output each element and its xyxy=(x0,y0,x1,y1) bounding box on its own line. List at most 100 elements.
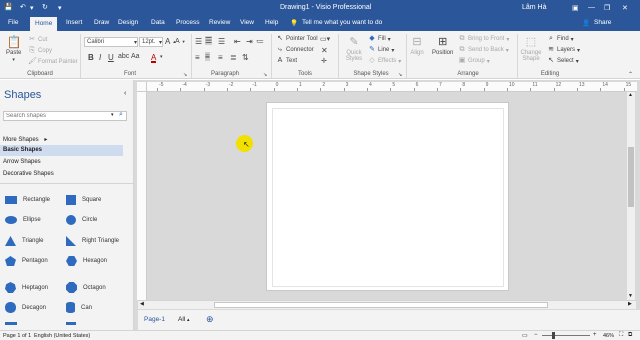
decrease-indent-icon[interactable]: ⇤ xyxy=(234,37,241,46)
switch-windows-icon[interactable]: ⧉ xyxy=(628,332,632,339)
effects-button[interactable]: ◇ Effects ▾ xyxy=(368,57,401,65)
collapse-ribbon-icon[interactable]: ⌃ xyxy=(628,71,633,78)
horizontal-scrollbar[interactable]: ◀ ▶ xyxy=(138,300,636,309)
tab-review[interactable]: Review xyxy=(209,19,230,26)
change-shape-button[interactable]: ⬚ Change Shape xyxy=(520,35,542,62)
save-icon[interactable]: 💾 xyxy=(4,3,13,11)
search-input[interactable] xyxy=(4,112,108,120)
tab-help[interactable]: Help xyxy=(265,19,278,26)
shape-can[interactable]: Can xyxy=(66,302,92,313)
bring-to-front-button[interactable]: ⧉ Bring to Front ▾ xyxy=(458,35,510,43)
paste-button[interactable]: 📋 Paste ▾ xyxy=(6,35,22,63)
customize-toolbar-icon[interactable]: ▾ xyxy=(58,4,62,12)
close-icon[interactable]: ✕ xyxy=(321,46,328,55)
align-middle-icon[interactable]: ☰ xyxy=(205,36,213,45)
align-button[interactable]: ⊟ Align xyxy=(410,35,424,56)
italic-icon[interactable]: I xyxy=(99,53,101,62)
all-pages-button[interactable]: All ▴ xyxy=(178,316,190,323)
font-color-icon[interactable]: A xyxy=(151,53,157,63)
scroll-left-icon[interactable]: ◀ xyxy=(140,301,144,307)
vertical-scrollbar[interactable]: ▲ ▼ xyxy=(627,92,635,300)
stencil-arrow-shapes[interactable]: Arrow Shapes xyxy=(3,159,41,165)
search-icon[interactable]: ⌕ xyxy=(119,111,123,119)
restore-icon[interactable]: ❐ xyxy=(604,4,610,12)
quick-styles-button[interactable]: ✎ Quick Styles xyxy=(343,35,365,62)
tab-process[interactable]: Process xyxy=(176,19,199,26)
tab-page-1[interactable]: Page-1 xyxy=(144,316,165,323)
tab-data[interactable]: Data xyxy=(151,19,165,26)
bold-icon[interactable]: B xyxy=(88,53,94,62)
shape-octagon[interactable]: Octagon xyxy=(66,282,106,293)
increase-indent-icon[interactable]: ⇥ xyxy=(246,37,253,46)
shape-hexagon[interactable]: Hexagon xyxy=(66,256,107,266)
more-shapes[interactable]: More Shapes ▸ xyxy=(3,136,47,143)
undo-dropdown-icon[interactable]: ▾ xyxy=(30,4,34,12)
stencil-basic-shapes[interactable]: Basic Shapes xyxy=(0,145,123,156)
tell-me-box[interactable]: Tell me what you want to do xyxy=(302,19,382,26)
connection-point-icon[interactable]: ✛ xyxy=(321,57,327,65)
dialog-launcher-icon[interactable]: ↘ xyxy=(183,72,187,78)
partial-shape-icon[interactable] xyxy=(66,322,76,325)
shape-heptagon[interactable]: Heptagon xyxy=(5,282,48,293)
tab-view[interactable]: View xyxy=(240,19,254,26)
text-direction-icon[interactable]: ⇅ xyxy=(242,53,249,62)
zoom-in-icon[interactable]: + xyxy=(593,332,597,338)
font-color-dropdown-icon[interactable]: ▾ xyxy=(160,54,163,60)
shape-triangle[interactable]: Triangle xyxy=(5,236,43,246)
share-button[interactable]: Share xyxy=(594,19,611,26)
underline-icon[interactable]: U xyxy=(108,53,114,62)
shape-ellipse[interactable]: Ellipse xyxy=(5,216,41,224)
shape-right-triangle[interactable]: Right Triangle xyxy=(66,236,119,246)
position-button[interactable]: ⊞ Position xyxy=(432,35,453,56)
align-right-icon[interactable]: ≡ xyxy=(218,53,223,62)
add-page-icon[interactable]: ⊕ xyxy=(206,314,214,325)
shape-pentagon[interactable]: Pentagon xyxy=(5,256,48,266)
language-indicator[interactable]: English (United States) xyxy=(34,333,90,339)
shape-decagon[interactable]: Decagon xyxy=(5,302,46,313)
shrink-font-icon[interactable]: A ▼ xyxy=(175,38,186,45)
align-center-icon[interactable]: ≡ xyxy=(205,52,210,61)
font-family-select[interactable]: Calibri ▾ xyxy=(84,37,138,47)
shape-rectangle[interactable]: Rectangle xyxy=(5,196,50,204)
font-effects-icon[interactable]: abc xyxy=(118,53,129,60)
close-icon[interactable]: ✕ xyxy=(622,4,628,12)
search-dropdown-icon[interactable]: ▾ xyxy=(111,112,114,118)
zoom-level[interactable]: 46% xyxy=(603,333,614,339)
copy-button[interactable]: ⎘ Copy xyxy=(28,47,52,55)
cut-button[interactable]: ✂ Cut xyxy=(28,36,47,44)
change-case-icon[interactable]: Aa xyxy=(131,53,140,60)
tab-design[interactable]: Design xyxy=(118,19,138,26)
fill-button[interactable]: ◆ Fill ▾ xyxy=(368,35,390,43)
tab-file[interactable]: File xyxy=(8,19,18,26)
justify-icon[interactable]: ≣ xyxy=(230,53,237,62)
scroll-down-icon[interactable]: ▼ xyxy=(628,293,633,299)
bullets-icon[interactable]: ≔ xyxy=(256,37,264,46)
tab-insert[interactable]: Insert xyxy=(66,19,82,26)
zoom-slider-thumb[interactable] xyxy=(552,332,555,339)
send-to-back-button[interactable]: ⧉ Send to Back ▾ xyxy=(458,46,509,54)
scroll-up-icon[interactable]: ▲ xyxy=(628,92,633,98)
undo-icon[interactable]: ↶ xyxy=(20,3,26,11)
redo-icon[interactable]: ↻ xyxy=(42,3,48,11)
shape-square[interactable]: Square xyxy=(66,195,101,205)
align-left-icon[interactable]: ≡ xyxy=(195,53,200,62)
zoom-slider[interactable] xyxy=(542,332,590,339)
tab-home[interactable]: Home xyxy=(30,17,58,31)
scrollbar-thumb[interactable] xyxy=(214,302,548,308)
rectangle-tool-icon[interactable]: ▭▾ xyxy=(320,35,330,43)
presentation-mode-icon[interactable]: ▭ xyxy=(522,332,528,339)
align-bottom-icon[interactable]: ☰ xyxy=(218,37,225,46)
find-button[interactable]: ⌕ Find ▾ xyxy=(547,35,574,43)
user-name[interactable]: Lâm Hà xyxy=(522,4,547,11)
group-button[interactable]: ▣ Group ▾ xyxy=(458,57,490,65)
connector-button[interactable]: ⤷ Connector xyxy=(276,46,314,54)
stencil-decorative-shapes[interactable]: Decorative Shapes xyxy=(3,171,54,177)
dialog-launcher-icon[interactable]: ↘ xyxy=(398,72,402,78)
scroll-right-icon[interactable]: ▶ xyxy=(628,301,632,307)
text-tool-button[interactable]: A Text xyxy=(276,57,297,65)
partial-shape-icon[interactable] xyxy=(5,322,17,325)
align-top-icon[interactable]: ☰ xyxy=(195,37,202,46)
font-size-select[interactable]: 12pt. ▾ xyxy=(139,37,163,47)
scrollbar-thumb[interactable] xyxy=(628,147,634,207)
select-button[interactable]: ↖ Select ▾ xyxy=(547,57,579,65)
